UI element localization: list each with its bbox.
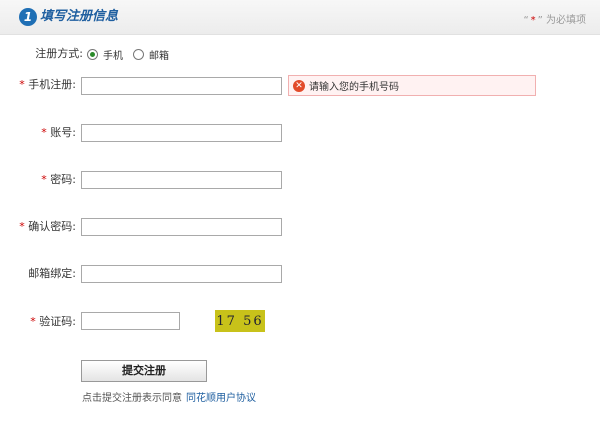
email-bind-label: 邮箱绑定: (28, 267, 76, 280)
section-header: 1 填写注册信息 “*” 为必填项 (0, 0, 600, 35)
agreement-link[interactable]: 同花顺用户协议 (186, 393, 256, 404)
register-method-label: 注册方式: (35, 47, 83, 60)
agreement-note: 点击提交注册表示同意 同花顺用户协议 (82, 389, 256, 404)
radio-phone-label[interactable]: 手机 (103, 47, 123, 62)
confirm-password-input[interactable] (81, 218, 282, 236)
account-label: * 账号: (8, 126, 76, 140)
required-note-suffix: ” 为必填项 (537, 15, 586, 26)
submit-register-button[interactable]: 提交注册 (81, 360, 207, 382)
error-x-icon: ✕ (293, 79, 305, 92)
password-label: * 密码: (8, 173, 76, 187)
required-star: * (19, 78, 25, 91)
radio-email-label[interactable]: 邮箱 (149, 47, 169, 62)
phone-error-text: 请输入您的手机号码 (309, 82, 399, 93)
phone-label: * 手机注册: (8, 78, 76, 92)
section-title: 填写注册信息 (40, 9, 119, 24)
required-note-prefix: “ (523, 15, 529, 26)
required-star: * (30, 315, 36, 328)
radio-email[interactable] (133, 49, 144, 60)
account-label-text: 账号: (50, 126, 76, 139)
account-input[interactable] (81, 124, 282, 142)
required-star: * (530, 15, 536, 26)
confirm-password-label-text: 确认密码: (28, 220, 76, 233)
phone-error-tip: ✕ 请输入您的手机号码 (288, 75, 536, 96)
captcha-image[interactable]: 17 56 (215, 310, 265, 332)
phone-input[interactable] (81, 77, 282, 95)
password-input[interactable] (81, 171, 282, 189)
email-bind-input[interactable] (81, 265, 282, 283)
required-star: * (41, 126, 47, 139)
register-method-radio-group: 手机 邮箱 (87, 47, 179, 62)
captcha-input[interactable] (81, 312, 180, 330)
step-number-badge: 1 (19, 8, 37, 26)
password-label-text: 密码: (50, 173, 76, 186)
required-star: * (41, 173, 47, 186)
phone-label-text: 手机注册: (28, 78, 76, 91)
required-star: * (19, 220, 25, 233)
captcha-label-text: 验证码: (39, 315, 76, 328)
required-note: “*” 为必填项 (523, 11, 586, 26)
captcha-label: * 验证码: (8, 315, 76, 329)
radio-phone[interactable] (87, 49, 98, 60)
agreement-text: 点击提交注册表示同意 (82, 393, 182, 404)
confirm-password-label: * 确认密码: (0, 220, 76, 234)
